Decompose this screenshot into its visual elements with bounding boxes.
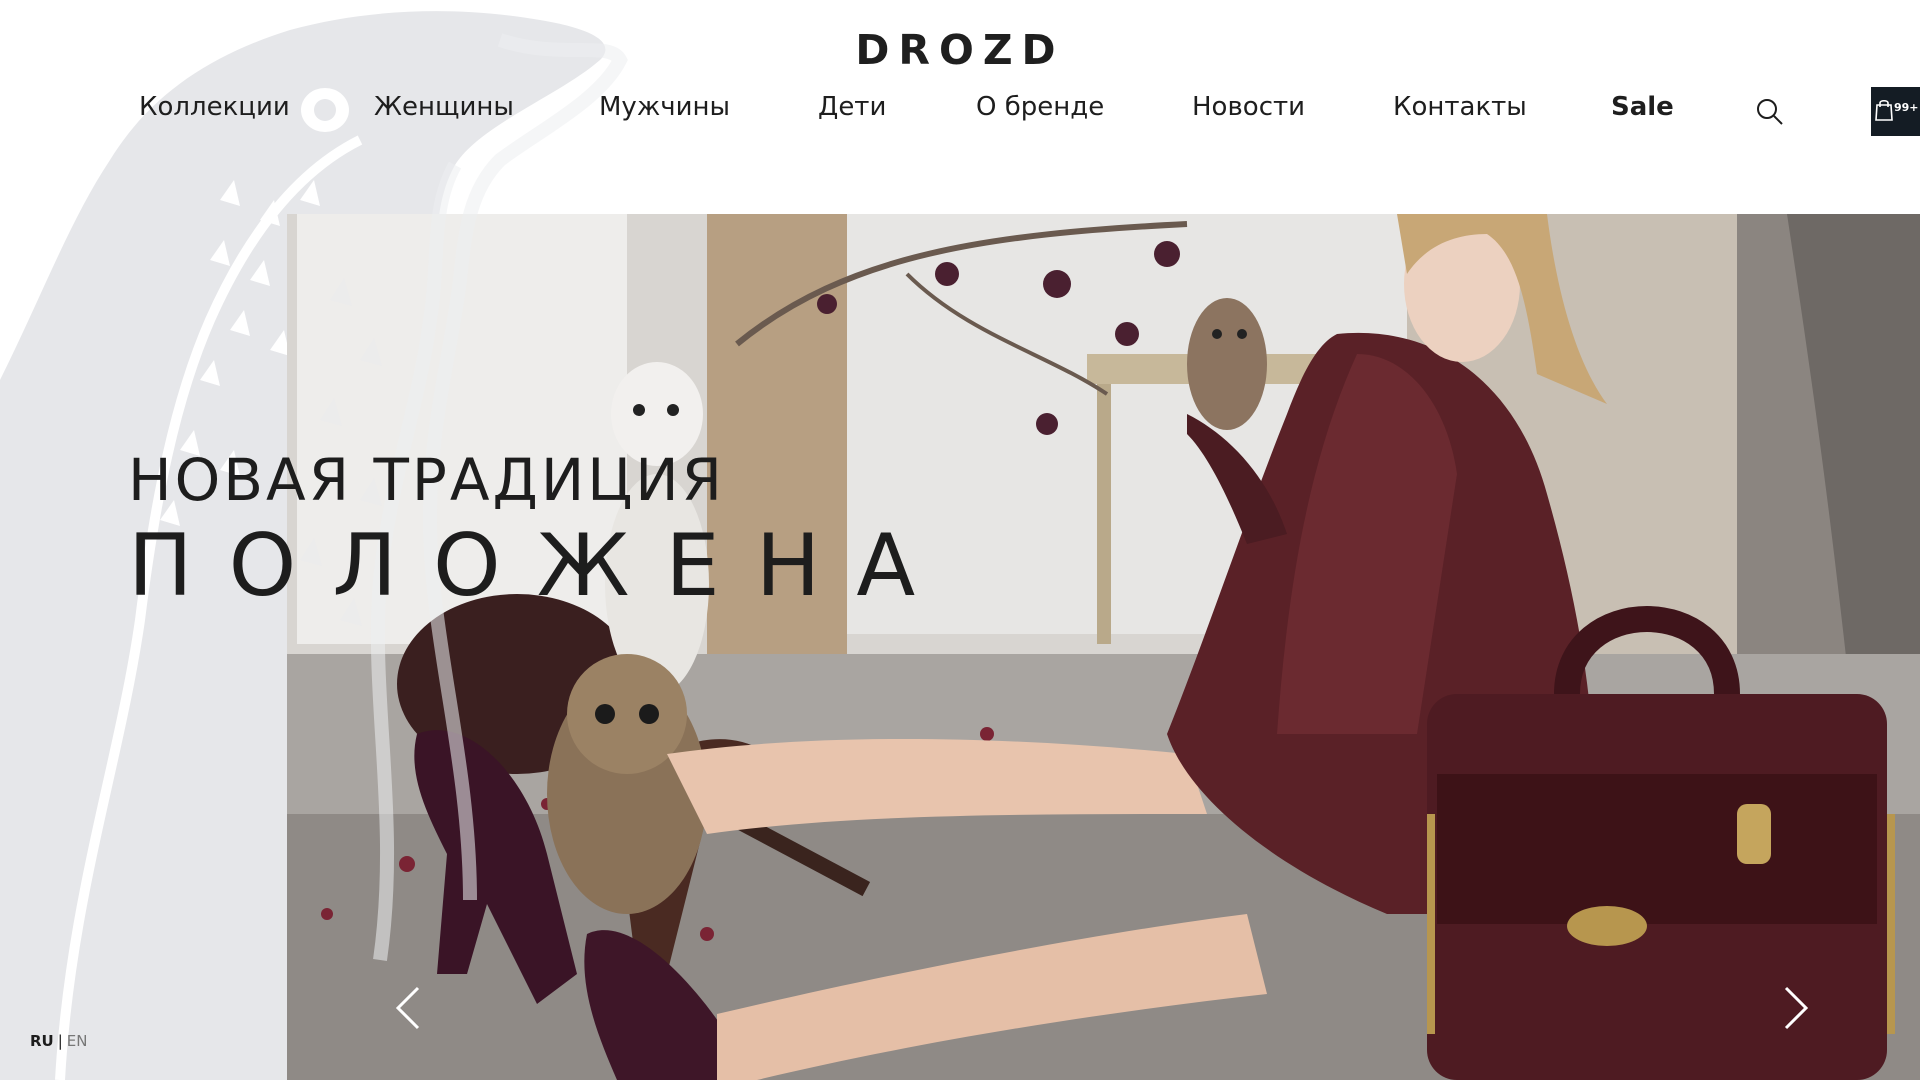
- search-icon: [1757, 99, 1783, 125]
- cart-button[interactable]: 99+: [1871, 87, 1920, 136]
- nav-item-about-brand[interactable]: О бренде: [976, 92, 1104, 122]
- lang-en[interactable]: EN: [67, 1032, 88, 1050]
- chevron-left-icon: [395, 986, 420, 1030]
- slider-prev-button[interactable]: [394, 984, 422, 1036]
- nav-item-news[interactable]: Новости: [1192, 92, 1305, 122]
- hero-photo: [287, 214, 1920, 1080]
- cart-count-badge: 99+: [1894, 101, 1919, 114]
- language-switcher: RU | EN: [30, 1032, 88, 1050]
- hero-banner-image[interactable]: [287, 214, 1920, 1080]
- slider-next-button[interactable]: [1782, 984, 1810, 1036]
- shopping-bag-icon: [1875, 99, 1893, 121]
- hero-headline-line2: ПОЛОЖЕНА: [128, 516, 952, 616]
- lang-ru[interactable]: RU: [30, 1032, 54, 1050]
- main-nav: Коллекции Женщины Мужчины Дети О бренде …: [0, 92, 1920, 132]
- nav-item-collections[interactable]: Коллекции: [139, 92, 290, 122]
- hero-headline: НОВАЯ ТРАДИЦИЯ ПОЛОЖЕНА: [128, 448, 951, 616]
- nav-item-men[interactable]: Мужчины: [599, 92, 730, 122]
- page: DROZD Коллекции Женщины Мужчины Дети О б…: [0, 0, 1920, 1080]
- nav-item-women[interactable]: Женщины: [374, 92, 514, 122]
- lang-separator: |: [57, 1032, 63, 1050]
- chevron-right-icon: [1784, 986, 1809, 1030]
- brand-logo[interactable]: DROZD: [0, 26, 1920, 74]
- search-button[interactable]: [1754, 96, 1786, 128]
- nav-item-sale[interactable]: Sale: [1611, 92, 1674, 122]
- nav-item-contacts[interactable]: Контакты: [1393, 92, 1527, 122]
- nav-item-kids[interactable]: Дети: [818, 92, 886, 122]
- hero-headline-line1: НОВАЯ ТРАДИЦИЯ: [128, 446, 725, 514]
